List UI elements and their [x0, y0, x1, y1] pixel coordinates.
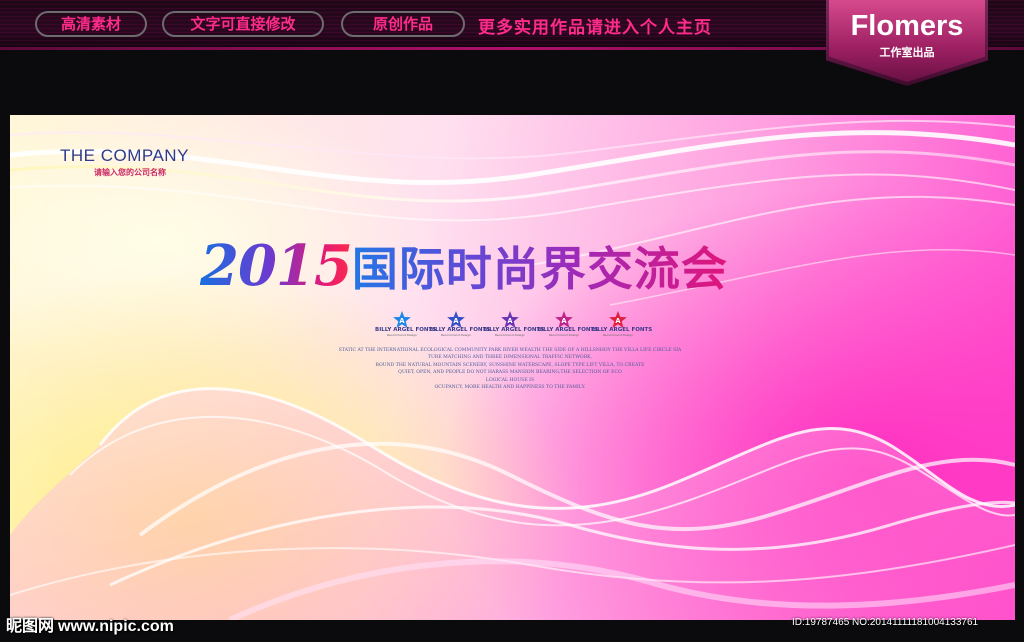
body-line: LOGICAL HOUSE IS — [485, 377, 535, 383]
image-id-watermark: ID:19787465 NO:20141111181004133761 — [792, 617, 979, 628]
star-logo: A BILLY ARGEL FONTS Recommend Design — [375, 311, 436, 337]
body-line: TURE MATCHING AND THREE DIMENSIONAL TRAF… — [427, 355, 593, 361]
pill-hd-material: 高清素材 — [35, 11, 147, 37]
star-logo-row: A BILLY ARGEL FONTS Recommend Design A B… — [375, 311, 652, 341]
brand-subtitle: 工作室出品 — [879, 46, 935, 59]
star-logo: A BILLY ARGEL FONTS Recommend Design — [537, 311, 598, 337]
star-logo: A BILLY ARGEL FONTS Recommend Design — [483, 311, 544, 337]
star-fine-print: Recommend Design — [386, 333, 418, 337]
company-name-hint: 请输入您的公司名称 — [94, 168, 166, 177]
star-icon: A — [609, 311, 627, 328]
star-fine-print: Recommend Design — [602, 333, 634, 337]
svg-text:A: A — [399, 317, 405, 325]
star-icon: A — [447, 311, 465, 328]
star-logo: A BILLY ARGEL FONTS Recommend Design — [429, 311, 490, 337]
brand-badge: Flomers 工作室出品 — [826, 0, 988, 86]
svg-text:A: A — [453, 317, 459, 325]
company-name: THE COMPANY — [60, 146, 189, 165]
site-url: www.nipic.com — [58, 618, 174, 635]
event-title: 2015国际时尚界交流会 — [200, 233, 728, 299]
body-line: OCUPANCY, MORE HEALTH AND HAPPINESS TO T… — [434, 385, 586, 391]
svg-text:A: A — [561, 317, 567, 325]
body-line: STATIC AT THE INTERNATIONAL ECOLOGICAL C… — [338, 348, 682, 353]
brand-name: Flomers — [850, 10, 964, 42]
pill-original-work: 原创作品 — [341, 11, 465, 37]
site-name: 昵图网 — [6, 616, 55, 635]
star-icon: A — [393, 311, 411, 328]
svg-text:A: A — [615, 317, 621, 325]
star-icon: A — [555, 311, 573, 328]
pill-editable-text: 文字可直接修改 — [162, 11, 324, 37]
star-fine-print: Recommend Design — [548, 333, 580, 337]
site-watermark: 昵图网 www.nipic.com — [6, 612, 174, 636]
body-copy: STATIC AT THE INTERNATIONAL ECOLOGICAL C… — [250, 347, 770, 391]
star-icon: A — [501, 311, 519, 328]
homepage-message: 更多实用作品请进入个人主页 — [478, 18, 712, 38]
body-line: BOUND THE NATURAL MOUNTAIN SCENERY, SUNS… — [375, 362, 645, 368]
event-title-cn: 国际时尚界交流会 — [351, 242, 728, 296]
poster-artwork: THE COMPANY 请输入您的公司名称 2015国际时尚界交流会 A BIL… — [10, 115, 1015, 620]
star-logo: A BILLY ARGEL FONTS Recommend Design — [591, 311, 652, 337]
star-fine-print: Recommend Design — [494, 333, 526, 337]
event-year: 2015 — [200, 233, 353, 299]
body-line: QUIET, OPEN, AND PEOPLE DO NOT HARASS MA… — [398, 370, 622, 376]
star-fine-print: Recommend Design — [440, 333, 472, 337]
svg-text:A: A — [507, 317, 513, 325]
